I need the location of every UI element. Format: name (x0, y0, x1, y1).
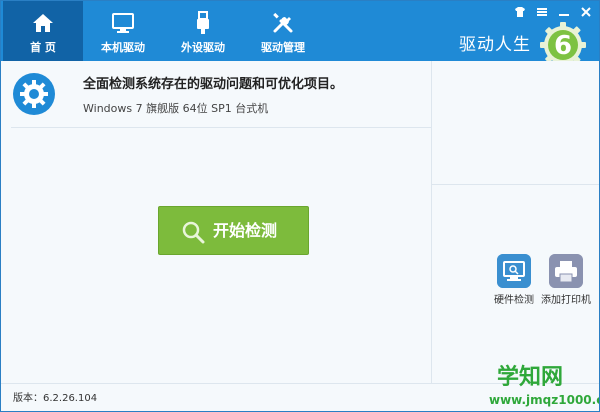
skin-icon[interactable] (513, 5, 527, 19)
tab-driver-management[interactable]: 驱动管理 (243, 1, 323, 61)
home-icon (33, 14, 53, 32)
hardware-check-icon (497, 254, 531, 288)
side-panel: 硬件检测 添加打印机 (431, 61, 599, 383)
hardware-check-label: 硬件检测 (494, 295, 534, 306)
hardware-check-tool[interactable]: 硬件检测 (486, 254, 542, 307)
tab-home-label: 首 页 (30, 41, 56, 54)
divider (11, 127, 431, 128)
main-panel: 全面检测系统存在的驱动问题和可优化项目。 Windows 7 旗舰版 64位 S… (1, 61, 431, 383)
system-description: Windows 7 旗舰版 64位 SP1 台式机 (83, 102, 269, 115)
menu-icon[interactable] (535, 5, 549, 19)
brand-title: 驱动人生 (459, 35, 531, 55)
divider (432, 184, 599, 185)
search-icon (182, 221, 205, 244)
watermark-text: 学知网 (497, 365, 564, 390)
monitor-icon (112, 13, 134, 33)
app-window: 首 页 本机驱动 外设驱动 驱动管理 驱动人生 6 全面检测系统存在的驱动问题和… (0, 0, 600, 412)
start-scan-label: 开始检测 (213, 221, 278, 240)
minimize-icon[interactable] (557, 5, 571, 19)
add-printer-label: 添加打印机 (541, 295, 591, 306)
version-label: 版本：6.2.26.104 (13, 393, 98, 404)
add-printer-tool[interactable]: 添加打印机 (538, 254, 594, 307)
close-icon[interactable] (579, 5, 593, 19)
tab-peripheral-drivers[interactable]: 外设驱动 (163, 1, 243, 61)
tab-peripheral-drivers-label: 外设驱动 (181, 41, 225, 54)
printer-icon (549, 254, 583, 288)
tab-local-drivers[interactable]: 本机驱动 (83, 1, 163, 61)
gear-icon (13, 73, 55, 115)
tab-home[interactable]: 首 页 (3, 1, 83, 61)
tools-icon (273, 12, 293, 33)
info-headline: 全面检测系统存在的驱动问题和可优化项目。 (83, 77, 344, 92)
top-navigation-bar: 首 页 本机驱动 外设驱动 驱动管理 驱动人生 6 (1, 1, 599, 68)
window-controls (513, 5, 593, 19)
start-scan-button[interactable]: 开始检测 (158, 206, 309, 255)
tab-local-drivers-label: 本机驱动 (101, 41, 145, 54)
usb-icon (197, 11, 209, 34)
tab-driver-management-label: 驱动管理 (261, 41, 305, 54)
watermark-url: www.jmqz1000.com (489, 393, 599, 407)
logo-glyph: 6 (554, 31, 572, 61)
system-info: 全面检测系统存在的驱动问题和可优化项目。 Windows 7 旗舰版 64位 S… (1, 61, 431, 127)
